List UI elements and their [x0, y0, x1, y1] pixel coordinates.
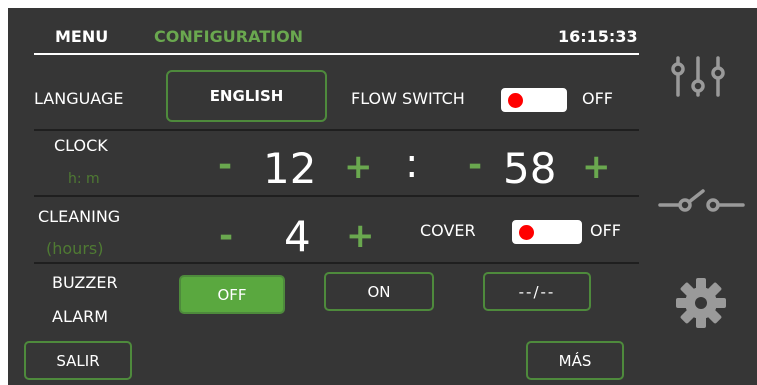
hours-value: 12 [263, 144, 317, 193]
exit-button[interactable]: SALIR [24, 341, 132, 380]
cleaning-plus-button[interactable]: + [346, 219, 375, 253]
cover-label: COVER [420, 221, 476, 240]
sliders-icon[interactable] [663, 53, 733, 103]
cover-state: OFF [590, 221, 621, 240]
clock-time: 16:15:33 [558, 27, 638, 46]
clock-unit: h: m [68, 171, 100, 187]
buzzer-label: BUZZER [52, 273, 118, 292]
flow-switch-knob [508, 93, 523, 108]
buzzer-on-button[interactable]: ON [324, 272, 434, 311]
buzzer-off-button[interactable]: OFF [179, 275, 285, 314]
alarm-label: ALARM [52, 307, 109, 326]
flow-switch-state: OFF [582, 89, 613, 108]
flow-switch-label: FLOW SWITCH [351, 89, 465, 108]
cleaning-minus-button[interactable]: - [219, 219, 233, 253]
buzzer-timer-button[interactable]: --/-- [483, 272, 591, 311]
switch-icon[interactable] [658, 185, 748, 215]
minutes-minus-button[interactable]: - [468, 148, 482, 182]
cleaning-value: 4 [284, 212, 311, 261]
header-divider [34, 53, 639, 55]
flow-switch-toggle[interactable] [501, 88, 567, 112]
divider [34, 262, 639, 264]
divider [34, 129, 639, 131]
minutes-value: 58 [503, 144, 557, 193]
more-button[interactable]: MÁS [526, 341, 624, 380]
minutes-plus-button[interactable]: + [582, 150, 611, 184]
cleaning-label: CLEANING [38, 207, 121, 226]
configuration-tab[interactable]: CONFIGURATION [154, 27, 303, 46]
hours-plus-button[interactable]: + [344, 150, 373, 184]
hours-minus-button[interactable]: - [218, 148, 232, 182]
clock-label: CLOCK [54, 136, 108, 155]
cleaning-unit: (hours) [46, 239, 104, 258]
menu-tab[interactable]: MENU [55, 27, 108, 46]
gear-icon[interactable] [674, 276, 728, 330]
language-button[interactable]: ENGLISH [166, 70, 327, 122]
cover-toggle[interactable] [512, 220, 582, 244]
config-screen: MENU CONFIGURATION 16:15:33 LANGUAGE ENG… [8, 8, 757, 385]
time-separator: : [405, 141, 419, 187]
language-label: LANGUAGE [34, 89, 124, 108]
cover-knob [519, 225, 534, 240]
divider [34, 195, 639, 197]
